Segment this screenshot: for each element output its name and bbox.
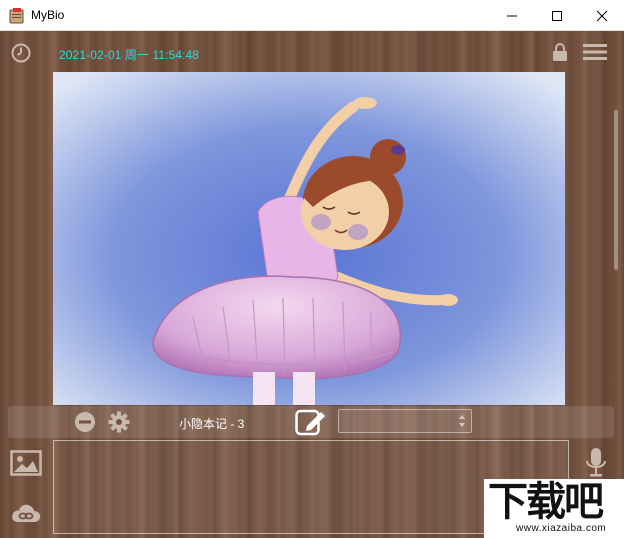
scrollbar-thumb[interactable]: [614, 110, 618, 270]
menu-icon[interactable]: [583, 43, 607, 61]
lock-icon[interactable]: [551, 42, 569, 62]
minimize-button[interactable]: [489, 0, 534, 31]
minus-circle-icon[interactable]: [74, 411, 96, 433]
microphone-icon[interactable]: [585, 447, 607, 479]
image-icon[interactable]: [10, 450, 42, 476]
app-icon: [9, 8, 24, 24]
clock-icon[interactable]: [10, 42, 32, 64]
note-title: 小隐本记 - 3: [179, 417, 245, 431]
watermark-logo-text: 下载吧: [488, 479, 604, 525]
gear-icon[interactable]: [108, 411, 130, 433]
watermark-url: www.xiazaiba.com: [516, 523, 607, 534]
close-button[interactable]: [579, 0, 624, 31]
updown-arrows-icon: [459, 415, 465, 427]
maximize-icon: [551, 10, 562, 21]
minimize-icon: [506, 15, 517, 16]
datetime-display: 2021-02-01 周一 11:54:48: [59, 48, 200, 62]
edit-icon[interactable]: [295, 407, 327, 437]
cloud-icon[interactable]: [10, 500, 42, 526]
photo-ballerina: [53, 72, 565, 405]
maximize-button[interactable]: [534, 0, 579, 31]
window-title: MyBio: [31, 8, 65, 22]
title-bar: MyBio: [0, 0, 624, 31]
close-icon: [596, 10, 607, 21]
vertical-scrollbar[interactable]: [613, 70, 619, 410]
category-select[interactable]: [338, 409, 472, 433]
watermark: 下载吧 www.xiazaiba.com: [484, 479, 624, 538]
